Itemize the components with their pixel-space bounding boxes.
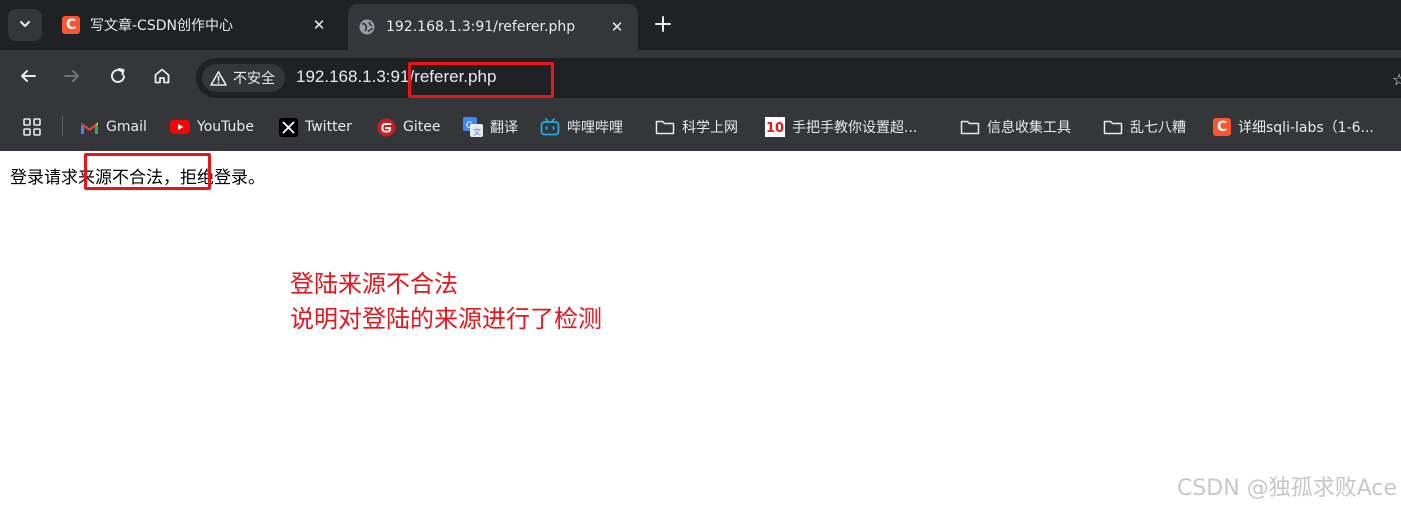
bookmark-label: 翻译 (490, 120, 518, 136)
security-chip[interactable]: 不安全 (202, 64, 285, 92)
apps-button[interactable] (22, 116, 42, 138)
home-button[interactable] (148, 64, 176, 92)
address-bar[interactable]: 不安全 192.168.1.3:91/referer.php (196, 58, 1401, 98)
gitee-icon (377, 118, 396, 137)
bookmark-folder-misc[interactable]: 乱七八糟 (1103, 116, 1186, 138)
reload-button[interactable] (104, 64, 132, 92)
message-prefix: 登录请求 (10, 168, 78, 188)
svg-text:G: G (466, 121, 473, 131)
folder-icon (655, 119, 675, 135)
arrow-right-icon (63, 67, 81, 89)
youtube-icon (170, 120, 190, 134)
bookmark-sqli-labs[interactable]: C 详细sqli-labs（1-6... (1213, 116, 1374, 138)
globe-icon (358, 18, 376, 36)
annotation-line-2: 说明对登陆的来源进行了检测 (290, 305, 602, 333)
home-icon (153, 67, 171, 89)
reload-icon (109, 67, 127, 89)
close-icon[interactable]: ✕ (308, 14, 330, 36)
bookmark-label: 信息收集工具 (987, 120, 1071, 136)
arrow-left-icon (19, 67, 37, 89)
svg-text:文: 文 (473, 127, 481, 137)
tab-referer[interactable]: 192.168.1.3:91/referer.php ✕ (348, 4, 638, 50)
bookmark-label: 手把手教你设置超... (792, 120, 918, 136)
tab-title: 写文章-CSDN创作中心 (90, 18, 233, 34)
tab-strip: C 写文章-CSDN创作中心 ✕ 192.168.1.3:91/referer.… (0, 0, 1401, 50)
bookmarks-divider (62, 116, 63, 136)
tenx-icon: 10 (765, 117, 785, 137)
bookmark-bilibili[interactable]: 哔哩哔哩 (540, 116, 623, 138)
browser-chrome: C 写文章-CSDN创作中心 ✕ 192.168.1.3:91/referer.… (0, 0, 1401, 151)
tab-title: 192.168.1.3:91/referer.php (386, 19, 576, 35)
forward-button[interactable] (58, 64, 86, 92)
bookmark-gitee[interactable]: Gitee (377, 116, 440, 138)
navigation-toolbar: 不安全 192.168.1.3:91/referer.php ☆ (0, 50, 1401, 106)
watermark: CSDN @独孤求败Ace (1176, 476, 1397, 501)
bookmark-label: 哔哩哔哩 (567, 120, 623, 136)
folder-icon (960, 119, 980, 135)
bookmark-label: Gmail (106, 119, 147, 135)
url-highlight-box (408, 62, 554, 98)
bookmark-label: 详细sqli-labs（1-6... (1238, 120, 1374, 136)
annotation-line-1: 登陆来源不合法 (290, 270, 458, 298)
new-tab-button[interactable] (650, 12, 676, 38)
bookmark-label: 乱七八糟 (1130, 120, 1186, 136)
warning-icon (210, 70, 227, 86)
folder-icon (1103, 119, 1123, 135)
message-highlight-box (84, 153, 211, 190)
tab-csdn[interactable]: C 写文章-CSDN创作中心 ✕ (52, 6, 340, 44)
security-label: 不安全 (233, 71, 275, 87)
star-icon[interactable]: ☆ (1392, 70, 1401, 89)
bilibili-icon (540, 118, 560, 136)
bookmark-folder-science[interactable]: 科学上网 (655, 116, 738, 138)
bookmark-gmail[interactable]: Gmail (80, 116, 147, 138)
plus-icon (655, 13, 671, 38)
tab-search-button[interactable] (8, 9, 42, 41)
x-icon (279, 117, 298, 137)
bookmark-twitter[interactable]: Twitter (279, 116, 352, 138)
csdn-icon: C (1213, 118, 1231, 136)
bookmark-label: Twitter (305, 119, 352, 135)
chevron-down-icon (18, 16, 32, 35)
bookmark-translate[interactable]: G文 翻译 (463, 116, 518, 138)
bookmark-label: YouTube (197, 119, 254, 135)
bookmark-youtube[interactable]: YouTube (170, 116, 254, 138)
bookmark-label: 科学上网 (682, 120, 738, 136)
gmail-icon (80, 120, 99, 135)
bookmarks-bar: Gmail YouTube Twitter Gitee G文 翻译 哔哩哔哩 科… (0, 106, 1401, 151)
translate-icon: G文 (463, 117, 483, 137)
bookmark-label: Gitee (403, 119, 441, 135)
csdn-icon: C (62, 16, 80, 34)
close-icon[interactable]: ✕ (606, 16, 628, 38)
apps-grid-icon (22, 117, 42, 137)
url-host: 192.168.1.3:91 (296, 67, 410, 86)
bookmark-folder-info[interactable]: 信息收集工具 (960, 116, 1071, 138)
bookmark-tutorial[interactable]: 10 手把手教你设置超... (765, 116, 917, 138)
svg-text:10: 10 (766, 121, 784, 136)
back-button[interactable] (14, 64, 42, 92)
